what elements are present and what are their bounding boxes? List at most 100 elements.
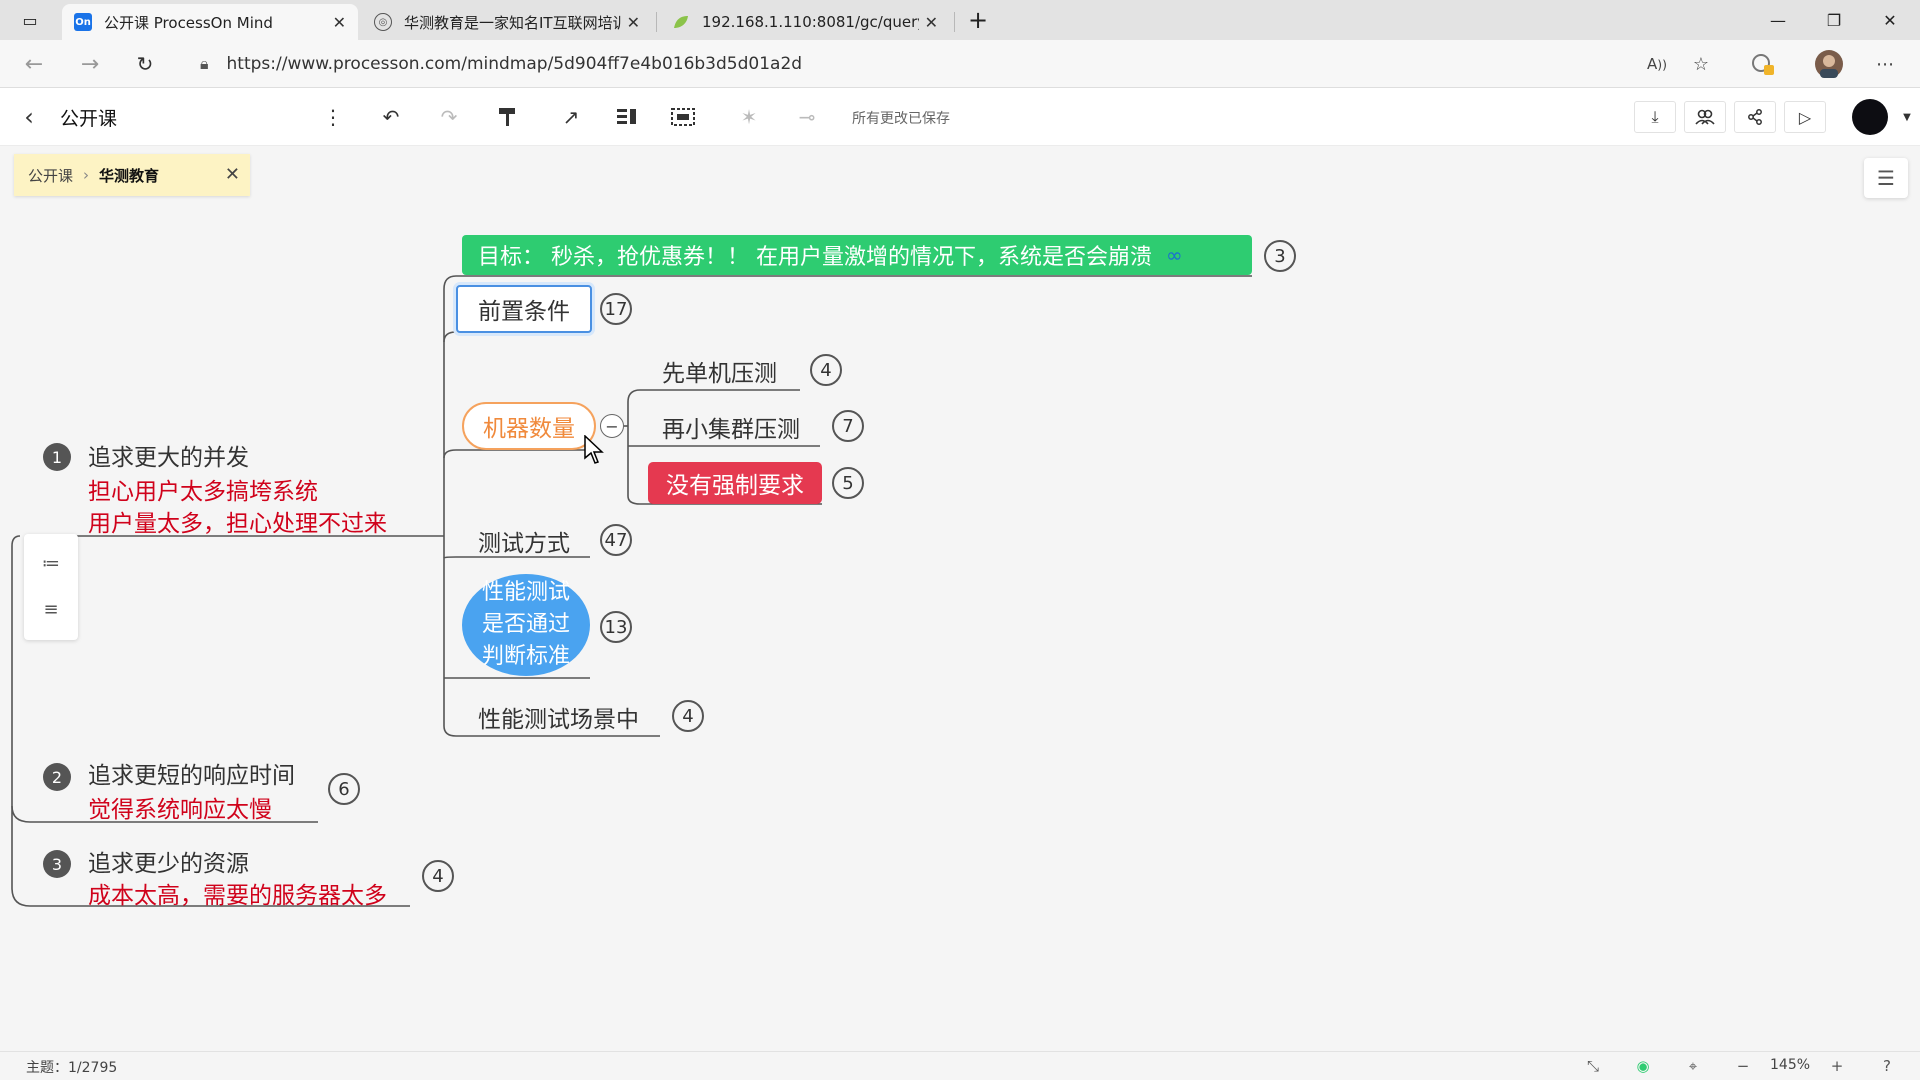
tab-divider [656,12,657,32]
breadcrumb: 公开课 › 华测教育 ✕ [14,154,250,196]
collaborate-icon[interactable] [1684,101,1726,133]
pass-criteria-topic[interactable]: 性能测试 是否通过 判断标准 [462,574,590,676]
outline-panel: ≔ ≡ [24,534,78,640]
url-field[interactable]: 🔒︎ https://www.processon.com/mindmap/5d9… [180,46,1640,82]
list-icon[interactable]: ≔ [40,552,62,574]
connector-lines [11,275,1252,907]
pass-criteria-line: 判断标准 [481,644,570,669]
zoom-out-icon[interactable]: − [1732,1055,1754,1077]
chevron-down-icon[interactable]: ▼ [1892,102,1920,132]
tab-divider [954,12,955,32]
priority-3-icon: 3 [43,850,71,878]
boundary-icon[interactable] [668,102,698,132]
read-aloud-icon[interactable]: A)) [1642,50,1672,78]
child-count-badge[interactable]: 17 [600,293,632,325]
redo-icon[interactable]: ↷ [434,102,464,132]
window-close-icon[interactable]: ✕ [1870,6,1910,34]
child-count-badge[interactable]: 6 [328,773,360,805]
preconditions-topic[interactable]: 前置条件 [456,285,592,333]
forward-icon[interactable]: → [76,50,104,78]
child-count-badge[interactable]: 3 [1264,240,1296,272]
status-bar: 主题：1/2795 ⤡ ◉ ⌖ − 145% + ? [0,1051,1920,1080]
pass-criteria-line: 性能测试 [481,580,570,605]
view-eye-icon[interactable]: ◉ [1632,1055,1654,1077]
back-icon[interactable]: ← [20,50,48,78]
restore-icon[interactable]: ❐ [1814,6,1854,34]
machine-count-topic[interactable]: 机器数量 [462,402,596,450]
child-count-badge[interactable]: 47 [600,524,632,556]
undo-icon[interactable]: ↶ [376,102,406,132]
test-method-topic[interactable]: 测试方式 [478,524,570,558]
tab-label: 华测教育是一家知名IT互联网培训 [404,13,621,32]
locate-icon[interactable]: ⌖ [1682,1055,1704,1077]
zoom-level: 145% [1770,1057,1811,1073]
goal-note: 成本太高，需要的服务器太多 [88,883,387,909]
response-time-goal-topic[interactable]: 追求更短的响应时间 [88,756,295,790]
child-count-badge[interactable]: 7 [832,410,864,442]
avatar[interactable] [1852,99,1888,135]
mindmap-canvas[interactable]: 公开课 › 华测教育 ✕ ☰ ≔ ≡ 目标： 秒杀，抢优惠券！！ 在用户量激增的… [0,146,1920,1051]
favorite-star-icon[interactable]: ☆ [1686,50,1716,78]
save-status: 所有更改已保存 [852,111,950,127]
mouse-cursor-icon [584,435,604,464]
tab-querylog[interactable]: 192.168.1.110:8081/gc/queryLog ✕ [660,4,950,40]
magic-icon[interactable]: ✶ [734,102,764,132]
concurrency-goal-topic[interactable]: 追求更大的并发 [88,438,249,472]
scenario-topic[interactable]: 性能测试场景中 [478,700,639,734]
browser-tab-bar: ▭ On 公开课 ProcessOn Mind ✕ ◎ 华测教育是一家知名IT互… [0,0,1920,40]
goal-topic[interactable]: 目标： 秒杀，抢优惠券！！ 在用户量激增的情况下，系统是否会崩溃 ∞ [462,235,1252,275]
profile-avatar[interactable] [1814,50,1844,78]
connector-icon[interactable]: ↗ [556,102,586,132]
child-count-badge[interactable]: 5 [832,467,864,499]
close-icon[interactable]: ✕ [925,13,938,32]
tab-processon[interactable]: On 公开课 ProcessOn Mind ✕ [62,4,358,40]
resource-goal-topic[interactable]: 追求更少的资源 [88,844,249,878]
new-tab-button[interactable]: + [958,6,998,34]
child-count-badge[interactable]: 4 [810,354,842,386]
close-icon[interactable]: ✕ [225,164,240,185]
refresh-icon[interactable]: ↻ [131,50,159,78]
tab-huace[interactable]: ◎ 华测教育是一家知名IT互联网培训 ✕ [362,4,652,40]
summary-icon[interactable] [612,102,642,132]
priority-1-icon: 1 [43,443,71,471]
goal-note: 用户量太多，担心处理不过来 [88,511,387,537]
link-icon[interactable]: ∞ [1166,243,1183,267]
sidebar-toggle-icon[interactable]: ▭ [10,6,50,34]
filter-sliders-icon[interactable]: ☰ [1864,158,1908,198]
lock-icon: 🔒︎ [200,54,209,73]
goal-note: 担心用户太多搞垮系统 [88,479,318,505]
child-count-badge[interactable]: 4 [672,700,704,732]
tab-label: 192.168.1.110:8081/gc/queryLog [702,13,919,31]
outline-icon[interactable]: ≡ [40,598,62,620]
fit-screen-icon[interactable]: ⤡ [1582,1055,1604,1077]
breadcrumb-current: 华测教育 [99,166,160,185]
priority-2-icon: 2 [43,763,71,791]
present-play-icon[interactable]: ▷ [1784,101,1826,133]
more-menu-icon[interactable]: ⋯ [1870,50,1900,78]
more-vertical-icon[interactable]: ⋮ [318,102,348,132]
huace-favicon-icon: ◎ [374,13,392,31]
format-painter-icon[interactable] [492,102,522,132]
single-machine-test-topic[interactable]: 先单机压测 [662,354,777,388]
address-bar: ← → ↻ 🔒︎ https://www.processon.com/mindm… [0,40,1920,88]
close-icon[interactable]: ✕ [333,13,346,32]
no-requirement-topic[interactable]: 没有强制要求 [648,462,822,504]
breadcrumb-parent[interactable]: 公开课 [28,165,73,186]
zoom-in-icon[interactable]: + [1826,1055,1848,1077]
download-icon[interactable]: ⤓ [1634,101,1676,133]
help-icon[interactable]: ? [1876,1055,1898,1077]
extension-icon[interactable] [1748,50,1778,78]
minimize-icon[interactable]: — [1758,6,1798,34]
document-title[interactable]: 公开课 [60,104,117,131]
child-count-badge[interactable]: 4 [422,860,454,892]
goal-text: 目标： 秒杀，抢优惠券！！ 在用户量激增的情况下，系统是否会崩溃 [478,245,1152,270]
small-cluster-test-topic[interactable]: 再小集群压测 [662,410,800,444]
back-chevron-icon[interactable]: ‹ [14,102,44,132]
goal-note: 觉得系统响应太慢 [88,797,272,823]
processon-favicon-icon: On [74,13,92,31]
close-icon[interactable]: ✕ [627,13,640,32]
child-count-badge[interactable]: 13 [600,611,632,643]
leaf-favicon-icon [672,13,690,31]
structure-icon[interactable]: ⊸ [792,102,822,132]
share-icon[interactable] [1734,101,1776,133]
